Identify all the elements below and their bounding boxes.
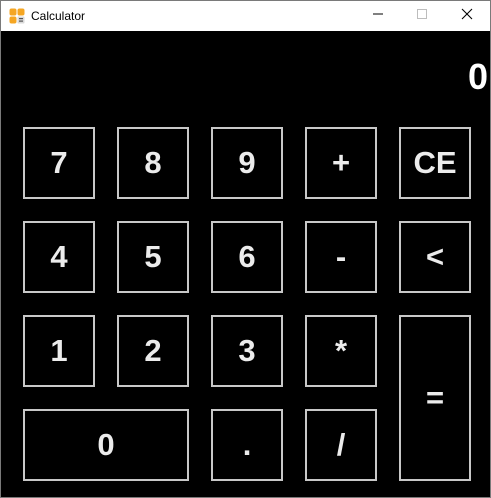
title-bar[interactable]: Calculator — [1, 1, 490, 31]
decimal-point-button[interactable]: . — [211, 409, 283, 481]
calculator-app-icon — [9, 8, 25, 24]
digit-5-button[interactable]: 5 — [117, 221, 189, 293]
digit-4-button[interactable]: 4 — [23, 221, 95, 293]
digit-0-button[interactable]: 0 — [23, 409, 189, 481]
minimize-icon — [372, 7, 384, 25]
multiply-button[interactable]: * — [305, 315, 377, 387]
subtract-button[interactable]: - — [305, 221, 377, 293]
result-display: 0 — [467, 56, 488, 97]
maximize-icon — [416, 7, 428, 25]
digit-2-button[interactable]: 2 — [117, 315, 189, 387]
calculator-window: Calculator 0 7 8 9 + CE 4 5 6 - < 1 2 3 … — [0, 0, 491, 498]
equals-button[interactable]: = — [399, 315, 471, 481]
digit-1-button[interactable]: 1 — [23, 315, 95, 387]
digit-9-button[interactable]: 9 — [211, 127, 283, 199]
digit-6-button[interactable]: 6 — [211, 221, 283, 293]
add-button[interactable]: + — [305, 127, 377, 199]
divide-button[interactable]: / — [305, 409, 377, 481]
window-title: Calculator — [31, 9, 86, 23]
digit-8-button[interactable]: 8 — [117, 127, 189, 199]
maximize-button[interactable] — [399, 1, 445, 31]
close-button[interactable] — [444, 1, 490, 31]
backspace-button[interactable]: < — [399, 221, 471, 293]
close-icon — [461, 7, 473, 25]
digit-7-button[interactable]: 7 — [23, 127, 95, 199]
minimize-button[interactable] — [355, 1, 401, 31]
clear-entry-button[interactable]: CE — [399, 127, 471, 199]
digit-3-button[interactable]: 3 — [211, 315, 283, 387]
